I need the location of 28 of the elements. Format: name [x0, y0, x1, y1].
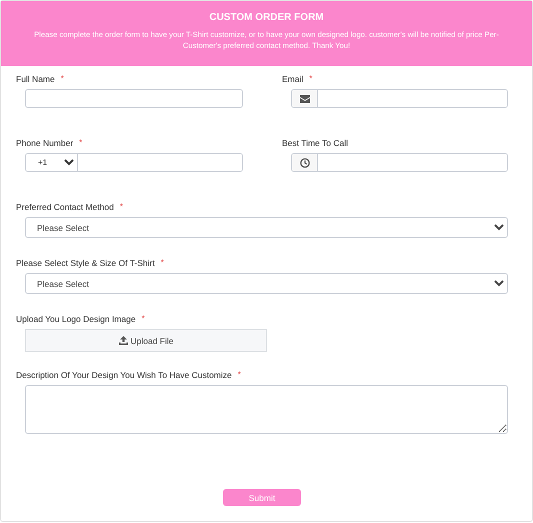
- required-marker: *: [79, 138, 82, 148]
- required-marker: *: [309, 74, 312, 84]
- required-marker: *: [160, 258, 164, 268]
- form-title: CUSTOM ORDER FORM: [209, 12, 324, 23]
- text-area[interactable]: [25, 385, 508, 434]
- email-field[interactable]: [291, 89, 508, 108]
- dropdown-select[interactable]: Please Select: [25, 217, 508, 238]
- country-code-select[interactable]: +1: [26, 154, 78, 171]
- dropdown-select[interactable]: Please Select: [25, 273, 508, 294]
- required-marker: *: [142, 314, 145, 324]
- field-label: Phone Number: [16, 138, 74, 148]
- envelope-icon: [300, 94, 310, 102]
- required-marker: *: [238, 370, 241, 380]
- field-label: Email: [282, 74, 304, 84]
- required-marker: *: [120, 202, 123, 212]
- field-label: Preferred Contact Method: [16, 202, 114, 212]
- field-label: Best Time To Call: [282, 138, 348, 148]
- upload-icon: [118, 336, 128, 345]
- phone-field[interactable]: +1: [25, 153, 243, 172]
- field-label: Please Select Style & Size Of T-Shirt: [16, 258, 155, 268]
- time-field[interactable]: [291, 153, 508, 172]
- clock-icon: [300, 158, 310, 168]
- field-label: Upload You Logo Design Image: [16, 314, 136, 324]
- upload-button[interactable]: Upload File: [25, 329, 267, 352]
- field-label: Description Of Your Design You Wish To Have Customize: [16, 370, 232, 380]
- field-label: Full Name: [16, 74, 55, 84]
- required-marker: *: [60, 74, 64, 84]
- text-field[interactable]: [25, 89, 243, 108]
